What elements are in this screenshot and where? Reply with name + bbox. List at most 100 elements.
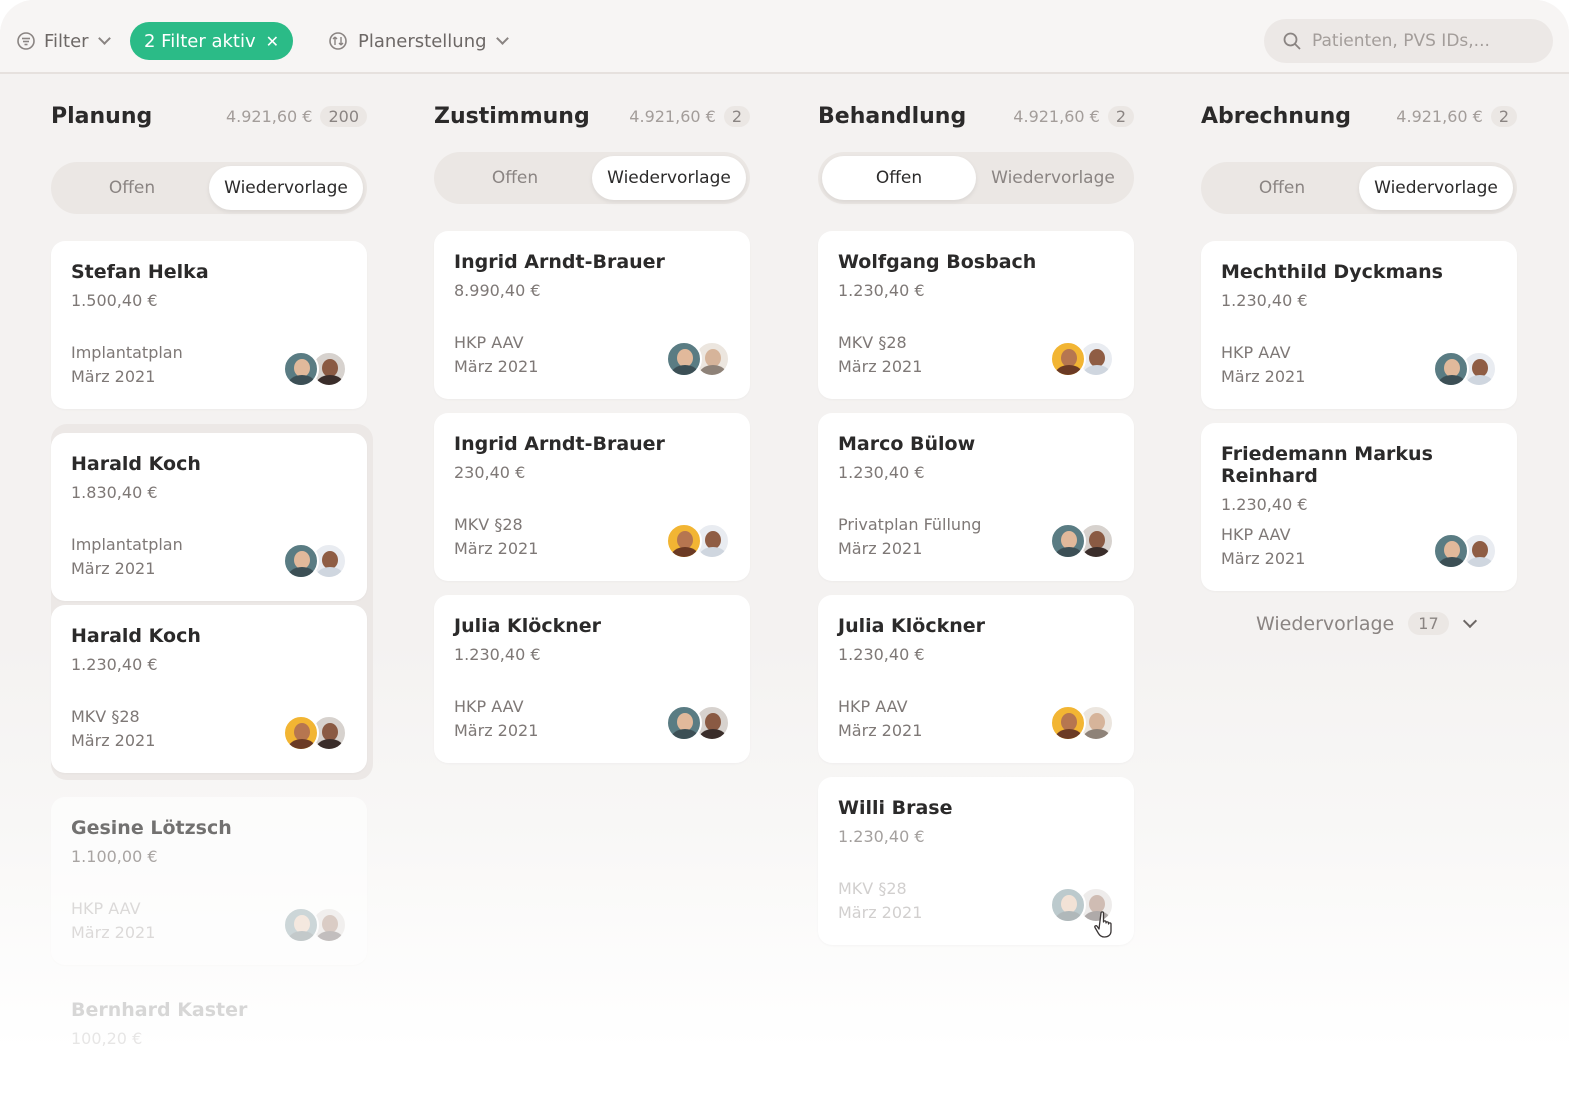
avatar <box>666 523 702 559</box>
patient-name: Friedemann Markus Reinhard <box>1221 443 1433 487</box>
close-icon[interactable]: ✕ <box>266 32 279 51</box>
patient-card[interactable]: Willi Brase 1.230,40 € MKV §28 März 2021 <box>818 777 1134 945</box>
patient-amount: 1.100,00 € <box>71 847 158 866</box>
segment-open[interactable]: Offen <box>438 156 592 200</box>
patient-card[interactable]: Harald Koch 1.830,40 € Implantatplan Mär… <box>51 433 367 601</box>
avatar-group <box>1050 341 1114 379</box>
patient-card[interactable]: Ingrid Arndt-Brauer 8.990,40 € HKP AAV M… <box>434 231 750 399</box>
card-meta: Privatplan Füllung März 2021 <box>838 513 981 561</box>
column-header: Planung 4.921,60 € 200 <box>51 96 367 136</box>
card-meta: HKP AAV März 2021 <box>454 695 538 743</box>
patient-name: Gesine Lötzsch <box>71 817 232 839</box>
avatar <box>1433 351 1469 387</box>
segment-open[interactable]: Offen <box>1205 166 1359 210</box>
avatar <box>1050 705 1086 741</box>
search-icon <box>1283 32 1301 50</box>
card-meta: MKV §28 März 2021 <box>838 331 922 379</box>
search-input[interactable] <box>1312 31 1532 51</box>
patient-name: Ingrid Arndt-Brauer <box>454 433 665 455</box>
column-count-badge: 2 <box>1490 105 1517 127</box>
patient-amount: 1.830,40 € <box>71 483 158 502</box>
segment-followup[interactable]: Wiedervorlage <box>976 156 1130 200</box>
chevron-down-icon <box>495 32 509 45</box>
patient-card[interactable]: Wolfgang Bosbach 1.230,40 € MKV §28 März… <box>818 231 1134 399</box>
card-meta: HKP AAV März 2021 <box>838 695 922 743</box>
plan-date: März 2021 <box>71 923 156 942</box>
patient-card[interactable]: Ingrid Arndt-Brauer 230,40 € MKV §28 Mär… <box>434 413 750 581</box>
active-filters-label: 2 Filter aktiv <box>144 30 256 52</box>
filter-dropdown[interactable]: Filter <box>16 22 111 60</box>
plan-date: März 2021 <box>454 357 539 376</box>
column-header: Abrechnung 4.921,60 € 2 <box>1201 96 1517 136</box>
patient-name: Bernhard Kaster <box>71 999 248 1021</box>
avatar <box>283 907 319 943</box>
plan-type: HKP AAV <box>454 697 524 716</box>
patient-name: Harald Koch <box>71 625 201 647</box>
avatar-group <box>1433 351 1497 389</box>
segment-followup[interactable]: Wiedervorlage <box>592 156 746 200</box>
filter-label: Filter <box>44 30 89 52</box>
segment-followup[interactable]: Wiedervorlage <box>209 166 363 210</box>
plan-type: Implantatplan <box>71 535 183 554</box>
avatar-group <box>1050 705 1114 743</box>
column-title: Planung <box>51 103 153 129</box>
toolbar: Filter 2 Filter aktiv ✕ Planerstellung <box>0 0 1569 74</box>
avatar-group <box>283 715 347 753</box>
patient-amount: 8.990,40 € <box>454 281 541 300</box>
patient-card[interactable]: Marco Bülow 1.230,40 € Privatplan Füllun… <box>818 413 1134 581</box>
patient-amount: 230,40 € <box>454 463 526 482</box>
plan-type: HKP AAV <box>454 333 524 352</box>
patient-amount: 1.230,40 € <box>1221 495 1308 514</box>
patient-amount: 1.230,40 € <box>838 463 925 482</box>
segment-control: Offen Wiedervorlage <box>51 162 367 214</box>
patient-card[interactable]: Friedemann Markus Reinhard 1.230,40 € HK… <box>1201 423 1517 591</box>
column-sum: 4.921,60 € <box>629 106 716 126</box>
show-more-label: Wiedervorlage <box>1256 612 1395 635</box>
plan-date: März 2021 <box>71 731 156 750</box>
segment-control: Offen Wiedervorlage <box>1201 162 1517 214</box>
card-meta: MKV §28 März 2021 <box>838 877 922 925</box>
column-count-badge: 2 <box>1107 105 1134 127</box>
avatar-group <box>283 351 347 389</box>
show-more-followups-button[interactable]: Wiedervorlage 17 <box>1256 612 1477 635</box>
patient-card[interactable]: Harald Koch 1.230,40 € MKV §28 März 2021 <box>51 605 367 773</box>
card-meta: HKP AAV März 2021 <box>1221 523 1305 571</box>
avatar <box>283 543 319 579</box>
column-abrechnung: Abrechnung 4.921,60 € 2 Offen Wiedervorl… <box>1201 96 1517 214</box>
plan-type: HKP AAV <box>71 899 141 918</box>
avatar-group <box>666 705 730 743</box>
avatar-group <box>666 523 730 561</box>
patient-card[interactable]: Gesine Lötzsch 1.100,00 € HKP AAV März 2… <box>51 797 367 965</box>
patient-card[interactable]: Julia Klöckner 1.230,40 € HKP AAV März 2… <box>434 595 750 763</box>
segment-open[interactable]: Offen <box>55 166 209 210</box>
search-box[interactable] <box>1264 19 1553 63</box>
card-meta: MKV §28 März 2021 <box>454 513 538 561</box>
patient-card[interactable]: Bernhard Kaster 100,20 € <box>51 979 367 1120</box>
avatar <box>283 351 319 387</box>
avatar <box>1050 341 1086 377</box>
plan-date: März 2021 <box>838 357 923 376</box>
plan-type: Privatplan Füllung <box>838 515 982 534</box>
active-filters-chip[interactable]: 2 Filter aktiv ✕ <box>130 22 294 60</box>
plan-date: März 2021 <box>838 539 923 558</box>
plan-type: MKV §28 <box>838 333 907 352</box>
patient-name: Julia Klöckner <box>454 615 602 637</box>
patient-card[interactable]: Stefan Helka 1.500,40 € Implantatplan Mä… <box>51 241 367 409</box>
patient-card[interactable]: Julia Klöckner 1.230,40 € HKP AAV März 2… <box>818 595 1134 763</box>
column-planung: Planung 4.921,60 € 200 Offen Wiedervorla… <box>51 96 367 214</box>
plan-type: MKV §28 <box>838 879 907 898</box>
patient-name: Stefan Helka <box>71 261 209 283</box>
segment-followup[interactable]: Wiedervorlage <box>1359 166 1513 210</box>
card-meta: HKP AAV März 2021 <box>1221 341 1305 389</box>
chevron-down-icon <box>97 32 111 45</box>
segment-open[interactable]: Offen <box>822 156 976 200</box>
patient-amount: 1.500,40 € <box>71 291 158 310</box>
patient-card[interactable]: Mechthild Dyckmans 1.230,40 € HKP AAV Mä… <box>1201 241 1517 409</box>
view-dropdown[interactable]: Planerstellung <box>328 22 509 60</box>
plan-date: März 2021 <box>838 721 923 740</box>
patient-name: Harald Koch <box>71 453 201 475</box>
card-meta: Implantatplan März 2021 <box>71 341 183 389</box>
patient-name: Wolfgang Bosbach <box>838 251 1037 273</box>
card-meta: MKV §28 März 2021 <box>71 705 155 753</box>
avatar <box>666 341 702 377</box>
